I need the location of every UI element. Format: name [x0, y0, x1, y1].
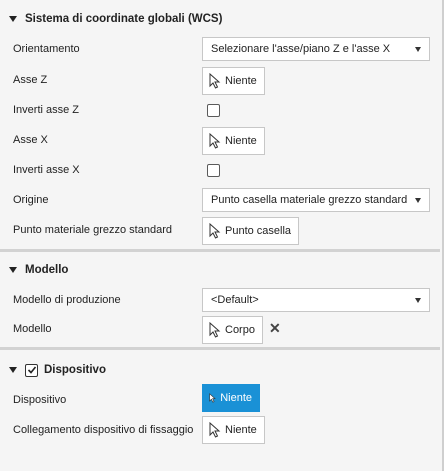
stock-point-value: Punto casella	[225, 225, 292, 237]
x-axis-label: Asse X	[13, 134, 48, 146]
flip-x-label: Inverti asse X	[13, 164, 80, 176]
cursor-arrow-icon	[209, 223, 221, 239]
z-axis-select-button[interactable]: Niente	[202, 67, 265, 95]
setup-panel: Sistema di coordinate globali (WCS) Orie…	[0, 0, 444, 471]
chevron-down-icon	[415, 198, 421, 203]
z-axis-value: Niente	[225, 75, 257, 87]
section-header-model[interactable]: Modello	[0, 259, 440, 281]
checkmark-icon	[27, 366, 36, 374]
origin-value: Punto casella materiale grezzo standard	[211, 194, 408, 206]
clear-selection-icon[interactable]: ✕	[269, 320, 281, 337]
model-value: Corpo	[225, 324, 255, 336]
flip-z-label: Inverti asse Z	[13, 104, 80, 116]
cursor-arrow-icon	[209, 422, 221, 438]
cursor-arrow-icon	[209, 73, 221, 89]
production-model-value: <Default>	[211, 294, 259, 306]
production-model-dropdown[interactable]: <Default>	[202, 288, 430, 312]
collapse-triangle-icon[interactable]	[9, 16, 17, 22]
x-axis-value: Niente	[225, 135, 257, 147]
chevron-down-icon	[415, 298, 421, 303]
x-axis-select-button[interactable]: Niente	[202, 127, 265, 155]
fixture-enable-checkbox[interactable]	[25, 363, 38, 377]
cursor-arrow-icon	[209, 133, 221, 149]
orientation-dropdown[interactable]: Selezionare l'asse/piano Z e l'asse X	[202, 37, 430, 61]
origin-dropdown[interactable]: Punto casella materiale grezzo standard	[202, 188, 430, 212]
stock-point-label: Punto materiale grezzo standard	[13, 224, 172, 236]
model-label: Modello	[13, 323, 52, 335]
cursor-arrow-icon	[209, 322, 221, 338]
flip-z-checkbox[interactable]	[207, 104, 220, 117]
orientation-value: Selezionare l'asse/piano Z e l'asse X	[211, 43, 391, 55]
chevron-down-icon	[415, 47, 421, 52]
section-header-fixture[interactable]: Dispositivo	[0, 359, 440, 381]
production-model-label: Modello di produzione	[13, 294, 121, 306]
stock-point-select-button[interactable]: Punto casella	[202, 217, 300, 245]
collapse-triangle-icon[interactable]	[9, 267, 17, 273]
collapse-triangle-icon[interactable]	[9, 367, 17, 373]
fixture-link-value: Niente	[225, 424, 257, 436]
origin-label: Origine	[13, 194, 49, 206]
z-axis-label: Asse Z	[13, 74, 48, 86]
fixture-label: Dispositivo	[13, 394, 67, 406]
fixture-select-button[interactable]: Niente	[202, 384, 260, 412]
fixture-link-select-button[interactable]: Niente	[202, 416, 265, 444]
section-title-model: Modello	[25, 264, 69, 276]
section-title-fixture: Dispositivo	[44, 364, 106, 376]
cursor-arrow-icon	[209, 393, 216, 403]
model-select-button[interactable]: Corpo	[202, 316, 263, 344]
section-title-wcs: Sistema di coordinate globali (WCS)	[25, 13, 223, 25]
section-divider	[0, 347, 440, 350]
orientation-label: Orientamento	[13, 43, 80, 55]
flip-x-checkbox[interactable]	[207, 164, 220, 177]
fixture-link-label: Collegamento dispositivo di fissaggio	[13, 424, 194, 436]
section-header-wcs[interactable]: Sistema di coordinate globali (WCS)	[0, 8, 440, 30]
section-divider	[0, 249, 440, 252]
fixture-value: Niente	[220, 392, 252, 404]
